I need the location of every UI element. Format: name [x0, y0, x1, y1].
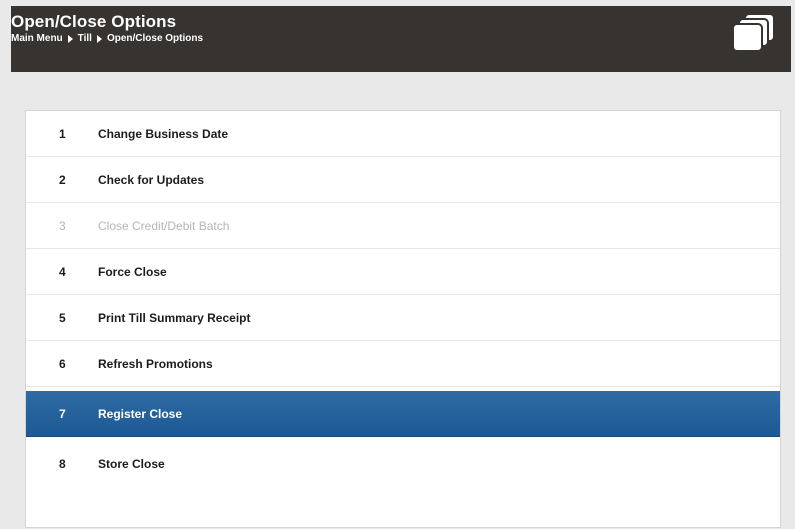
menu-item-label: Change Business Date: [98, 126, 229, 141]
breadcrumb-separator-icon: [67, 34, 73, 43]
menu-item-label: Print Till Summary Receipt: [98, 310, 251, 325]
breadcrumb-separator-icon: [96, 34, 102, 43]
menu-item-refresh-promotions[interactable]: 6 Refresh Promotions: [26, 341, 780, 387]
page-title: Open/Close Options: [11, 12, 177, 31]
menu-item-number: 1: [59, 126, 66, 141]
windows-icon[interactable]: [731, 12, 777, 52]
options-menu-panel: 1 Change Business Date 2 Check for Updat…: [25, 110, 781, 528]
menu-item-label: Store Close: [98, 457, 165, 471]
menu-item-number: 5: [59, 310, 66, 325]
menu-item-label: Refresh Promotions: [98, 356, 213, 371]
menu-item-register-close[interactable]: 7 Register Close: [26, 391, 780, 437]
menu-item-print-till-summary-receipt[interactable]: 5 Print Till Summary Receipt: [26, 295, 780, 341]
menu-item-number: 3: [59, 218, 66, 233]
menu-item-label: Check for Updates: [98, 172, 205, 187]
menu-item-label: Register Close: [98, 406, 183, 421]
breadcrumb-main-menu[interactable]: Main Menu: [11, 33, 63, 44]
breadcrumb-till[interactable]: Till: [78, 33, 92, 44]
menu-item-number: 6: [59, 356, 66, 371]
menu-item-change-business-date[interactable]: 1 Change Business Date: [26, 111, 780, 157]
menu-item-label: Force Close: [98, 264, 167, 279]
menu-item-label: Close Credit/Debit Batch: [98, 218, 230, 233]
menu-item-check-for-updates[interactable]: 2 Check for Updates: [26, 157, 780, 203]
menu-item-number: 4: [59, 264, 66, 279]
menu-item-number: 8: [59, 457, 66, 471]
menu-item-close-credit-debit-batch: 3 Close Credit/Debit Batch: [26, 203, 780, 249]
menu-item-force-close[interactable]: 4 Force Close: [26, 249, 780, 295]
header-bar: Open/Close Options Main Menu Till Open/C…: [11, 6, 791, 72]
menu-item-store-close[interactable]: 8 Store Close: [26, 441, 780, 487]
breadcrumb-open-close-options: Open/Close Options: [106, 33, 204, 44]
menu-item-number: 7: [59, 406, 66, 421]
menu-item-number: 2: [59, 172, 66, 187]
breadcrumb: Main Menu Till Open/Close Options: [11, 33, 203, 44]
